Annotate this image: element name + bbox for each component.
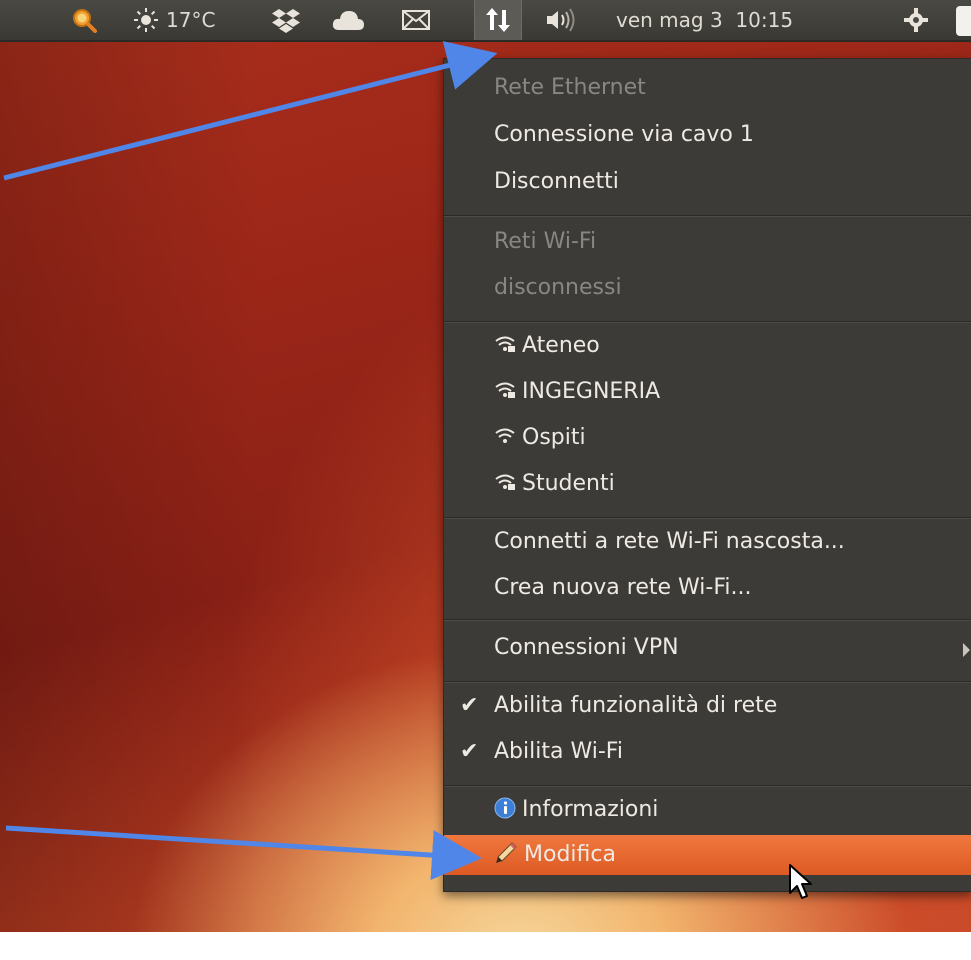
menu-item-connect-hidden[interactable]: Connetti a rete Wi-Fi nascosta... xyxy=(494,521,845,563)
wifi-network-name: INGEGNERIA xyxy=(522,379,661,404)
info-icon xyxy=(494,797,516,819)
dropbox-icon[interactable] xyxy=(266,0,306,40)
menu-item-info-label: Informazioni xyxy=(522,797,659,822)
menu-separator xyxy=(444,619,971,621)
submenu-arrow-icon xyxy=(963,643,970,657)
clock[interactable]: ven mag 3 10:15 xyxy=(616,0,876,40)
menu-separator xyxy=(444,517,971,519)
check-icon: ✔ xyxy=(460,739,479,764)
menu-item-enable-wifi[interactable]: Abilita Wi-Fi xyxy=(494,731,623,773)
power-gear-icon[interactable] xyxy=(896,0,936,40)
menu-item-wifi-network[interactable]: INGEGNERIA xyxy=(494,371,660,413)
wifi-icon xyxy=(495,474,515,490)
search-icon[interactable] xyxy=(64,0,104,40)
wifi-network-name: Studenti xyxy=(522,471,615,496)
wifi-header: Reti Wi-Fi xyxy=(494,229,597,254)
menu-item-vpn[interactable]: Connessioni VPN xyxy=(494,627,679,669)
menu-separator xyxy=(444,681,971,683)
menu-item-ethernet-connection[interactable]: Connessione via cavo 1 xyxy=(494,114,754,156)
network-menu: Rete Ethernet Connessione via cavo 1 Dis… xyxy=(443,58,971,899)
check-icon: ✔ xyxy=(460,693,479,718)
wifi-icon xyxy=(495,336,515,352)
wifi-icon xyxy=(495,382,515,398)
weather-indicator[interactable]: 17°C xyxy=(132,0,244,40)
menu-separator xyxy=(444,321,971,323)
wifi-network-name: Ospiti xyxy=(522,425,586,450)
pencil-icon xyxy=(496,842,517,863)
clock-datetime: ven mag 3 10:15 xyxy=(616,8,794,32)
wifi-status: disconnessi xyxy=(494,275,622,300)
mail-icon[interactable] xyxy=(396,0,436,40)
menu-item-disconnect[interactable]: Disconnetti xyxy=(494,161,619,203)
wifi-icon xyxy=(495,428,515,443)
menu-item-create-new[interactable]: Crea nuova rete Wi-Fi... xyxy=(494,567,752,609)
user-menu-button[interactable] xyxy=(956,6,971,36)
menu-item-enable-networking[interactable]: Abilita funzionalità di rete xyxy=(494,685,777,727)
network-icon[interactable] xyxy=(474,0,522,40)
ethernet-header: Rete Ethernet xyxy=(494,75,646,100)
mouse-cursor-icon xyxy=(789,864,812,899)
menu-item-wifi-network[interactable]: Ateneo xyxy=(494,325,600,367)
wifi-network-name: Ateneo xyxy=(522,333,600,358)
cloud-icon[interactable] xyxy=(326,0,370,40)
wallpaper-shade xyxy=(0,0,260,932)
top-panel: 17°C ven mag 3 10:15 xyxy=(0,0,971,42)
menu-item-info[interactable]: Informazioni xyxy=(494,789,658,831)
volume-icon[interactable] xyxy=(540,0,584,40)
weather-sun-icon xyxy=(134,8,158,32)
menu-item-edit-label: Modifica xyxy=(524,842,616,867)
menu-item-wifi-network[interactable]: Studenti xyxy=(494,463,615,505)
menu-separator xyxy=(444,785,971,787)
menu-item-wifi-network[interactable]: Ospiti xyxy=(494,417,586,459)
menu-item-edit[interactable]: Modifica xyxy=(494,835,616,875)
menu-separator xyxy=(444,215,971,217)
weather-temperature: 17°C xyxy=(166,8,216,32)
